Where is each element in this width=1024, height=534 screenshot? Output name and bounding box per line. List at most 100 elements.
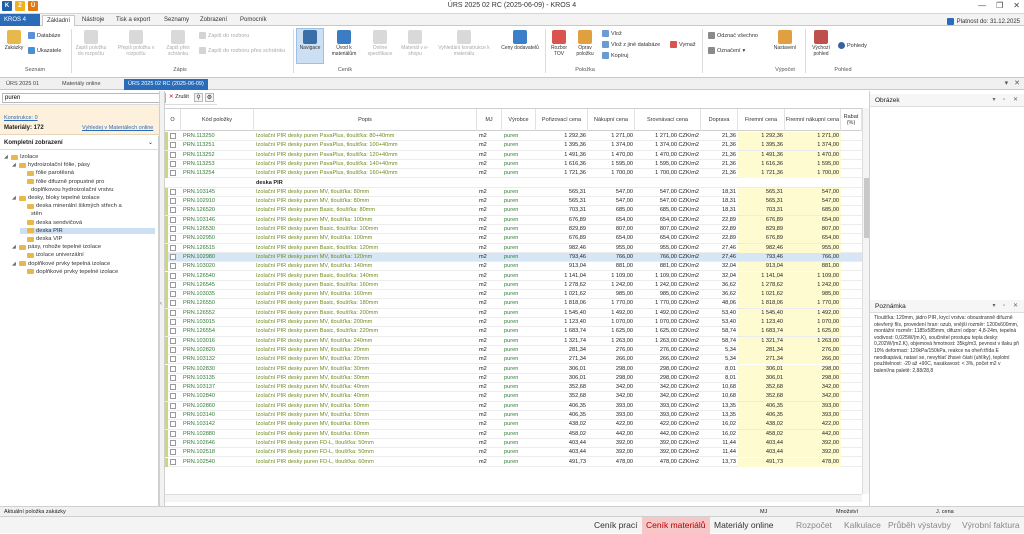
table-row[interactable]: PRN.126550 Izolační PIR desky puren Basic… [165, 299, 862, 309]
tab-pomocnik[interactable]: Pomocník [236, 15, 271, 26]
kopiruj-button[interactable]: Kopíruj [602, 52, 628, 59]
expand-arrow-icon[interactable]: ◢ [12, 162, 17, 168]
tree-node[interactable]: ◢ hydroizolační fólie, pásy [12, 162, 90, 168]
row-checkbox[interactable] [170, 235, 176, 242]
column-header[interactable]: Firemní cena [738, 109, 785, 131]
row-checkbox[interactable] [170, 281, 176, 288]
table-row[interactable]: PRN.126552 Izolační PIR desky puren Basic… [165, 308, 862, 318]
vloz-button[interactable]: Vlož [602, 30, 622, 37]
prepis-polozku-button[interactable]: Přepiš položku v rozpočtu [116, 30, 156, 57]
row-checkbox[interactable] [170, 151, 176, 158]
row-checkbox[interactable] [170, 207, 176, 214]
table-row[interactable]: PRN.103135 Izolační PIR desky puren MV, t… [165, 373, 862, 384]
row-checkbox[interactable] [170, 160, 176, 167]
table-row[interactable]: PRN.126545 Izolační PIR desky puren Basic… [165, 280, 862, 291]
tree-node[interactable]: deska sendvičová [20, 220, 82, 226]
doc-tab-materialy-online[interactable]: Materiály online [58, 79, 105, 90]
row-checkbox[interactable] [170, 430, 176, 437]
row-checkbox[interactable] [170, 309, 176, 316]
row-checkbox[interactable] [170, 337, 176, 344]
row-checkbox[interactable] [170, 393, 176, 400]
table-row[interactable]: PRN.126520 Izolační PIR desky puren Basic… [165, 206, 862, 216]
table-row[interactable]: PRN.103140 Izolační PIR desky puren MV, t… [165, 411, 862, 421]
panel-menu-icon[interactable]: ▾ [1005, 79, 1009, 87]
row-checkbox[interactable] [170, 263, 176, 270]
doc-tab-urs-2025-01[interactable]: ÚRS 2025 01 [2, 79, 43, 90]
tree-view-selector[interactable]: Kompletní zobrazení ⌄ [0, 136, 159, 150]
tree-node[interactable]: fólie parotěsná [20, 170, 74, 176]
uvod-materialum-button[interactable]: Úvod k materiálům [328, 30, 360, 57]
table-row[interactable]: PRN.102830 Izolační PIR desky puren MV, t… [165, 364, 862, 374]
vertical-scrollbar[interactable] [862, 108, 869, 494]
tree-node[interactable]: deska minerální šikmých střech a [20, 203, 122, 209]
oprav-polozku-button[interactable]: Oprav položku [574, 30, 596, 57]
pohledy-button[interactable]: Pohledy [838, 42, 867, 49]
bottom-nav-2[interactable]: Materiály online [710, 517, 778, 534]
bottom-nav-0[interactable]: Ceník prací [590, 517, 641, 534]
table-row[interactable]: PRN.103020 Izolační PIR desky puren MV, t… [165, 262, 862, 272]
row-checkbox[interactable] [170, 291, 176, 298]
tree-node[interactable]: ◢ doplňkové prvky tepelná izolace [12, 261, 110, 267]
column-header[interactable]: Nákupní cena [588, 109, 635, 131]
tree-node[interactable]: doplňkové prvky tepelné izolace [20, 269, 118, 275]
tab-seznamy[interactable]: Seznamy [160, 15, 193, 26]
row-checkbox[interactable] [170, 188, 176, 195]
table-row[interactable]: PRN.113250 Izolační PIR desky puren PavaP… [165, 132, 862, 142]
zapis-schranka-button[interactable]: Zapiš přes schránku [160, 30, 196, 57]
online-specifikace-button[interactable]: Online specifikace [364, 30, 396, 57]
odznac-vse-button[interactable]: Odznač všechno [708, 32, 758, 39]
row-checkbox[interactable] [170, 319, 176, 325]
table-row[interactable]: PRN.102860 Izolační PIR desky puren MV, t… [165, 401, 862, 411]
table-row[interactable]: PRN.102880 Izolační PIR desky puren MV, t… [165, 429, 862, 439]
expand-arrow-icon[interactable]: ◢ [12, 244, 17, 250]
column-header[interactable]: Doprava [701, 109, 738, 131]
column-header[interactable]: Rabat (%) [841, 109, 862, 131]
close-button[interactable]: ✕ [1013, 1, 1020, 10]
table-row[interactable]: PRN.113254 Izolační PIR desky puren PavaP… [165, 169, 862, 179]
zapis-polozku-button[interactable]: Zapiš položku do rozpočtu [74, 30, 108, 57]
row-checkbox[interactable] [170, 384, 176, 391]
bottom-nav-3[interactable]: Rozpočet [792, 517, 836, 534]
table-row[interactable]: PRN.103132 Izolační PIR desky puren MV, t… [165, 355, 862, 365]
maximize-button[interactable]: ❐ [996, 1, 1003, 10]
tree-node[interactable]: ◢ Izolace [4, 154, 38, 160]
bottom-nav-4[interactable]: Kalkulace [840, 517, 885, 534]
panel-controls[interactable]: ▾ ▫ ✕ [993, 94, 1022, 107]
file-menu-button[interactable]: KROS 4 [0, 14, 40, 26]
table-row[interactable]: PRN.103035 Izolační PIR desky puren MV, t… [165, 290, 862, 300]
column-header[interactable]: Výrobce [502, 109, 536, 131]
table-row[interactable]: PRN.126530 Izolační PIR desky puren Basic… [165, 225, 862, 235]
row-checkbox[interactable] [170, 244, 176, 251]
row-checkbox[interactable] [170, 142, 176, 149]
table-row[interactable]: PRN.103145 Izolační PIR desky puren MV, t… [165, 187, 862, 198]
row-checkbox[interactable] [170, 253, 176, 260]
horizontal-scrollbar[interactable] [165, 494, 862, 502]
tree-node[interactable]: doplňkovou hydroizolační vrstvu [31, 187, 114, 193]
tab-zobrazeni[interactable]: Zobrazení [196, 15, 231, 26]
row-checkbox[interactable] [170, 216, 176, 223]
oznaceni-dropdown[interactable]: Označení ▾ [708, 47, 745, 54]
nastaveni-button[interactable]: Nastavení [770, 30, 800, 51]
tab-tisk-export[interactable]: Tisk a export [112, 15, 154, 26]
material-eshop-button[interactable]: Materiál v e-shopu [400, 30, 430, 57]
row-checkbox[interactable] [170, 346, 176, 353]
clear-search-button[interactable]: ✕ Zrušit [169, 94, 189, 100]
column-header[interactable]: Firemní nákupní cena [785, 109, 841, 131]
column-header[interactable]: Popis [254, 109, 477, 131]
row-checkbox[interactable] [170, 412, 176, 418]
rozbor-tov-button[interactable]: Rozbor TOV [548, 30, 570, 57]
table-row[interactable]: PRN.102840 Izolační PIR desky puren MV, t… [165, 392, 862, 402]
column-header[interactable]: Srovnávací cena [635, 109, 701, 131]
table-row[interactable]: PRN.102980 Izolační PIR desky puren MV, t… [165, 252, 862, 263]
vychozi-pohled-button[interactable]: Výchozí pohled [808, 30, 834, 57]
vymaz-button[interactable]: Vymaž [670, 41, 696, 48]
search-online-link[interactable]: Vyhledej v Materiálech online [82, 125, 153, 131]
table-row[interactable]: PRN.102518 Izolační PIR desky puren FD-L,… [165, 448, 862, 458]
row-checkbox[interactable] [170, 272, 176, 279]
column-header[interactable]: MJ [477, 109, 502, 131]
table-row[interactable]: PRN.113253 Izolační PIR desky puren PavaP… [165, 159, 862, 170]
column-header[interactable]: Pořizovací cena [536, 109, 588, 131]
column-header[interactable]: Kód položky [181, 109, 254, 131]
panel-close-icon[interactable]: ✕ [1014, 79, 1020, 87]
row-checkbox[interactable] [170, 402, 176, 409]
